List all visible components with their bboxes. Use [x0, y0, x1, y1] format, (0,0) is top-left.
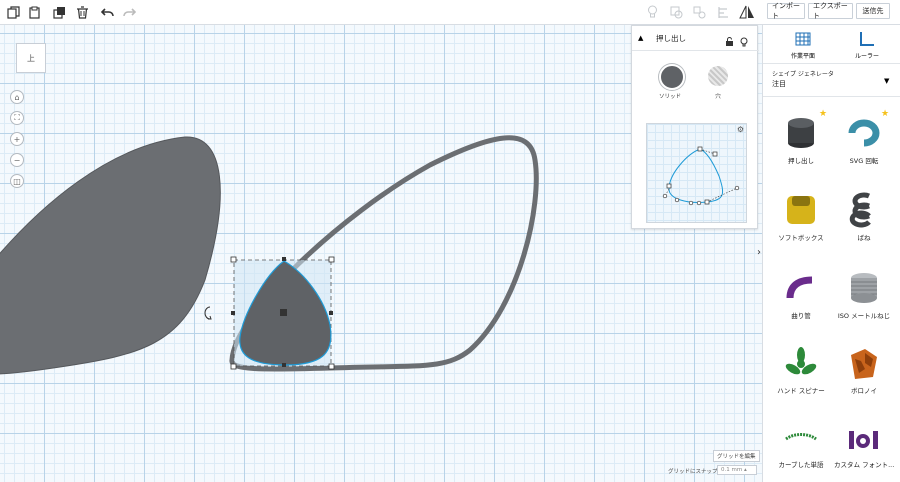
lightbulb-icon[interactable] [643, 3, 661, 21]
lib-item-bent-pipe[interactable]: 曲り管 [771, 270, 831, 320]
lib-item-spring[interactable]: ばね [834, 190, 894, 242]
hole-swatch[interactable] [708, 66, 728, 86]
trash-icon[interactable] [73, 3, 91, 21]
snap-grid-value: 0.1 mm [721, 467, 743, 473]
star-icon: ★ [881, 109, 890, 119]
top-toolbar: インポート エクスポート 送信先 [0, 0, 900, 25]
lib-item-svg-revolve[interactable]: SVG 回転 [834, 115, 894, 165]
panel-divider [632, 50, 759, 51]
snap-grid-select[interactable]: 0.1 mm ▴ [717, 465, 757, 475]
collapse-library-icon[interactable]: › [757, 247, 761, 258]
redo-icon[interactable] [120, 3, 138, 21]
hole-label: 穴 [715, 94, 721, 100]
copy-icon[interactable] [4, 3, 22, 21]
lib-item-extrude[interactable]: 押し出し [771, 115, 831, 165]
ruler-label: ルーラー [854, 53, 879, 60]
undo-icon[interactable] [98, 3, 116, 21]
curved-word-icon [785, 433, 817, 441]
workplane-label: 作業平面 [790, 53, 815, 60]
paste-icon[interactable] [25, 3, 43, 21]
library-divider [763, 63, 900, 64]
softbox-icon [787, 196, 815, 224]
workplane-icon [795, 32, 811, 46]
lib-item-label: 押し出し [788, 157, 814, 165]
lib-item-label: ソフトボックス [778, 234, 824, 242]
light-icon[interactable] [740, 32, 748, 51]
duplicate-icon[interactable] [50, 3, 68, 21]
hand-spinner-icon [785, 347, 817, 375]
extrude-cylinder-icon [788, 118, 814, 148]
rotate-handle-icon [204, 306, 211, 320]
solid-label: ソリッド [658, 94, 681, 100]
ruler-icon [860, 32, 874, 46]
generator-value: 注目 [772, 80, 786, 88]
generator-divider [763, 96, 900, 97]
lib-item-label: カーブした単語 [778, 461, 824, 469]
bent-pipe-icon [786, 276, 813, 299]
dropdown-caret-icon[interactable]: ▼ [884, 77, 889, 85]
export-button[interactable]: エクスポート [808, 2, 853, 20]
lib-item-label: カスタム フォント... [834, 461, 895, 469]
lib-item-label: 曲り管 [791, 312, 811, 320]
generator-title: シェイプ ジェネレータ [772, 71, 834, 78]
lib-item-label: ばね [857, 234, 871, 242]
star-icon: ★ [819, 109, 828, 119]
lib-item-hand-spinner[interactable]: ハンド スピナー [771, 345, 831, 395]
shape-library-panel: › 作業平面 ルーラー シェイプ ジェネレータ 注目 ▼ 押し出し ★ SVG … [757, 25, 900, 482]
import-button[interactable]: インポート [767, 2, 805, 20]
spring-icon [849, 192, 871, 228]
group-icon[interactable] [667, 3, 685, 21]
mirror-icon[interactable] [738, 3, 756, 21]
ungroup-icon[interactable] [690, 3, 708, 21]
lib-item-label: ボロノイ [851, 387, 877, 395]
panel-title: 押し出し [656, 34, 686, 43]
iso-thread-icon [851, 273, 877, 303]
shape-properties-panel: ▲ 押し出し ソリッド 穴 ⚙ [631, 25, 759, 229]
lock-icon[interactable] [725, 32, 734, 51]
gray-blob-shape [0, 136, 221, 375]
lib-item-label: ISO メートルねじ [837, 312, 891, 320]
generator-dropdown[interactable]: 注目 [772, 79, 786, 89]
lib-item-iso-thread[interactable]: ISO メートルねじ [834, 270, 894, 320]
svg-revolve-icon [848, 119, 880, 147]
lib-item-label: ハンド スピナー [777, 387, 825, 395]
lib-item-voronoi[interactable]: ボロノイ [834, 345, 894, 395]
custom-font-icon [849, 431, 878, 449]
lib-item-label: SVG 回転 [849, 157, 879, 165]
lib-item-softbox[interactable]: ソフトボックス [771, 190, 831, 242]
lib-item-curved-word[interactable]: カーブした単語 [771, 423, 831, 469]
solid-swatch[interactable] [659, 64, 685, 90]
voronoi-icon [851, 349, 877, 379]
workplane-tool[interactable]: 作業平面 [785, 31, 821, 60]
send-to-button[interactable]: 送信先 [856, 3, 890, 19]
bezier-curve [662, 146, 740, 206]
lib-item-custom-font[interactable]: カスタム フォント... [834, 423, 894, 469]
snap-grid-label: グリッドにスナップ [668, 469, 718, 475]
ruler-tool[interactable]: ルーラー [849, 31, 885, 60]
bezier-editor[interactable]: ⚙ [646, 123, 747, 223]
align-icon[interactable] [714, 3, 732, 21]
edit-grid-button[interactable]: グリッドを編集 [713, 450, 760, 462]
collapse-panel-icon[interactable]: ▲ [638, 34, 643, 42]
